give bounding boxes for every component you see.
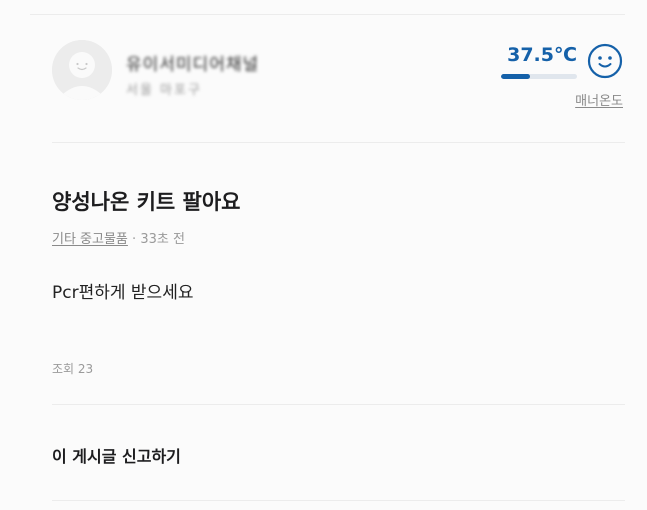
post-meta: 기타 중고물품 · 33초 전	[52, 228, 185, 247]
smile-face-icon	[587, 43, 623, 79]
seller-profile[interactable]: 유이서미디어채널 서울 마포구 37.5℃ 매너온도	[52, 40, 625, 110]
section-divider	[52, 500, 625, 501]
section-divider	[52, 404, 625, 405]
avatar[interactable]	[52, 40, 112, 100]
view-count: 조회 23	[52, 360, 93, 377]
seller-nickname[interactable]: 유이서미디어채널	[126, 50, 259, 75]
manner-temperature-value: 37.5℃	[507, 44, 577, 66]
default-profile-avatar-icon	[52, 40, 112, 100]
post-content: Pcr편하게 받으세요	[52, 278, 193, 303]
top-divider	[30, 14, 625, 15]
section-divider	[52, 142, 625, 143]
post-time: 33초 전	[140, 232, 185, 247]
post-title: 양성나온 키트 팔아요	[52, 186, 241, 216]
manner-temperature-bar	[501, 74, 577, 79]
report-post-button[interactable]: 이 게시글 신고하기	[52, 443, 181, 467]
post-category-link[interactable]: 기타 중고물품	[52, 232, 128, 247]
manner-temperature-label[interactable]: 매너온도	[575, 90, 623, 109]
meta-separator: ·	[128, 232, 140, 247]
manner-temperature-fill	[501, 74, 530, 79]
seller-region: 서울 마포구	[126, 79, 202, 98]
manner-temperature-widget[interactable]: 37.5℃ 매너온도	[495, 40, 625, 110]
